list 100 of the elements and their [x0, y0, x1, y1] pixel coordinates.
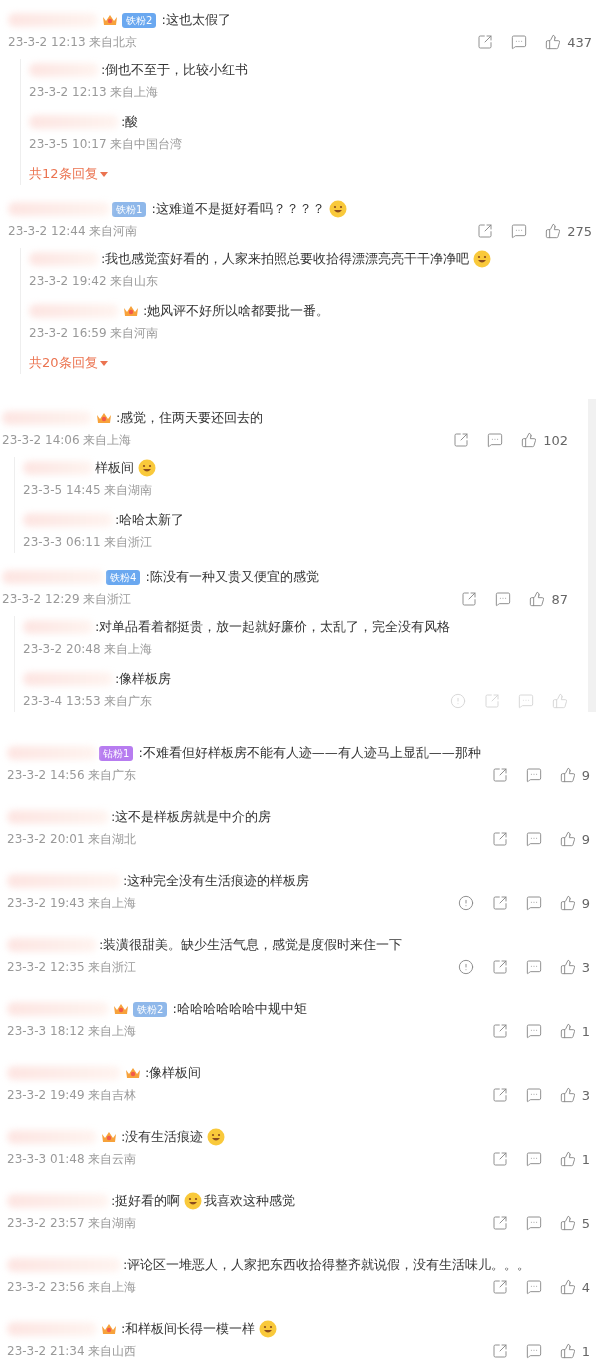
comment-icon[interactable]: [525, 959, 542, 975]
comment-icon[interactable]: [525, 831, 542, 847]
report-icon[interactable]: [457, 959, 474, 975]
like-icon[interactable]: [521, 432, 538, 448]
reply-time: 23-3-2 12:13 来自上海: [29, 83, 159, 101]
comment-icon[interactable]: [525, 1151, 542, 1167]
like-count: 1: [581, 1023, 590, 1039]
comment-text: :像样板间: [145, 1064, 202, 1082]
like-icon[interactable]: [559, 1343, 576, 1359]
like-icon[interactable]: [559, 895, 576, 911]
comment-text: 样板间: [95, 459, 134, 477]
comment-time: 23-3-2 19:43 来自上海: [7, 894, 137, 912]
comment-text: :她风评不好所以啥都要批一番。: [143, 302, 330, 320]
like-icon[interactable]: [559, 767, 576, 783]
comment-icon[interactable]: [487, 432, 504, 448]
comment-time: 23-3-2 20:01 来自湖北: [7, 830, 137, 848]
comment-time: 23-3-2 14:56 来自广东: [7, 766, 137, 784]
comment-time: 23-3-2 23:57 来自湖南: [7, 1214, 137, 1232]
comment-icon[interactable]: [511, 223, 528, 239]
comment-text: :哈哈太新了: [115, 511, 185, 529]
share-icon[interactable]: [491, 1215, 508, 1231]
blurred-username: [23, 620, 93, 634]
comment-text: :没有生活痕迹: [121, 1128, 204, 1146]
like-count: 5: [581, 1215, 590, 1231]
share-icon[interactable]: [461, 591, 478, 607]
like-icon[interactable]: [559, 1087, 576, 1103]
comment-icon[interactable]: [495, 591, 512, 607]
comment-icon[interactable]: [525, 1087, 542, 1103]
share-icon[interactable]: [453, 432, 470, 448]
share-icon[interactable]: [491, 1279, 508, 1295]
comment-text: :装潢很甜美。缺少生活气息，感觉是度假时来住一下: [99, 936, 403, 954]
like-count: 9: [581, 831, 590, 847]
share-icon[interactable]: [477, 34, 494, 50]
comment-icon[interactable]: [525, 1343, 542, 1359]
comment-icon[interactable]: [525, 1215, 542, 1231]
fan-badge: 钻粉1: [99, 745, 134, 761]
share-icon[interactable]: [491, 1023, 508, 1039]
comment-time: 23-3-2 12:35 来自浙江: [7, 958, 137, 976]
like-count: 3: [581, 959, 590, 975]
blurred-username: [29, 63, 99, 77]
reply-time: 23-3-2 19:42 来自山东: [29, 272, 159, 290]
like-icon[interactable]: [559, 1279, 576, 1295]
comment-text: 我喜欢这种感觉: [204, 1192, 296, 1210]
comment-time: 23-3-2 23:56 来自上海: [7, 1278, 137, 1296]
share-icon[interactable]: [491, 767, 508, 783]
comment-icon[interactable]: [525, 1279, 542, 1295]
comment-text: :这也太假了: [161, 11, 231, 29]
like-count: 275: [567, 223, 592, 239]
comment-time: 23-3-3 18:12 来自上海: [7, 1022, 137, 1040]
fan-badge: 铁粉1: [112, 201, 147, 217]
like-count: 1: [581, 1343, 590, 1359]
emoji-icon: [259, 1320, 278, 1338]
comment-time: 23-3-2 12:13 来自北京: [8, 33, 138, 51]
share-icon[interactable]: [491, 1343, 508, 1359]
comment-text: :陈没有一种又贵又便宜的感觉: [145, 568, 319, 586]
like-icon[interactable]: [559, 1023, 576, 1039]
share-icon[interactable]: [491, 1151, 508, 1167]
like-count: 4: [581, 1279, 590, 1295]
like-icon[interactable]: [545, 223, 562, 239]
comment-time: 23-3-2 19:49 来自吉林: [7, 1086, 137, 1104]
reply-time: 23-3-2 20:48 来自上海: [23, 640, 153, 658]
emoji-icon: [328, 200, 347, 218]
like-count: 102: [543, 432, 568, 448]
like-icon[interactable]: [545, 34, 562, 50]
fan-badge: 铁粉4: [106, 569, 141, 585]
share-icon[interactable]: [477, 223, 494, 239]
reply-time: 23-3-4 13:53 来自广东: [23, 692, 153, 710]
comment-time: 23-3-2 14:06 来自上海: [2, 431, 132, 449]
like-icon[interactable]: [559, 831, 576, 847]
comment-text: :我也感觉蛮好看的，人家来拍照总要收拾得漂漂亮亮干干净净吧: [101, 250, 470, 268]
like-icon[interactable]: [529, 591, 546, 607]
comment-text: :这种完全没有生活痕迹的样板房: [123, 872, 310, 890]
comment-text: :感觉，住两天要还回去的: [116, 409, 264, 427]
blurred-username: [23, 461, 93, 475]
more-replies-link[interactable]: 共20条回复: [29, 352, 108, 374]
comment-icon[interactable]: [525, 895, 542, 911]
like-count: 437: [567, 34, 592, 50]
share-icon[interactable]: [491, 831, 508, 847]
reply-time: 23-3-5 14:45 来自湖南: [23, 481, 153, 499]
comment-icon[interactable]: [525, 767, 542, 783]
comment-time: 23-3-2 12:29 来自浙江: [2, 590, 132, 608]
comment-text: :像样板房: [115, 670, 172, 688]
like-icon[interactable]: [559, 1215, 576, 1231]
reply-time: 23-3-2 16:59 来自河南: [29, 324, 159, 342]
like-icon[interactable]: [559, 1151, 576, 1167]
share-icon[interactable]: [491, 895, 508, 911]
share-icon[interactable]: [491, 959, 508, 975]
more-replies-link[interactable]: 共12条回复: [29, 163, 108, 185]
like-icon[interactable]: [559, 959, 576, 975]
comment-time: 23-3-2 12:44 来自河南: [8, 222, 138, 240]
emoji-icon: [138, 459, 156, 477]
comment-text: :对单品看着都挺贵，放一起就好廉价，太乱了，完全没有风格: [95, 618, 451, 636]
report-icon[interactable]: [457, 895, 474, 911]
comment-text: :倒也不至于，比较小红书: [101, 61, 249, 79]
comment-icon[interactable]: [511, 34, 528, 50]
comment-icon[interactable]: [525, 1023, 542, 1039]
share-icon[interactable]: [491, 1087, 508, 1103]
share-icon[interactable]: [484, 693, 500, 709]
caret-icon: [99, 360, 108, 366]
like-count: 9: [581, 895, 590, 911]
